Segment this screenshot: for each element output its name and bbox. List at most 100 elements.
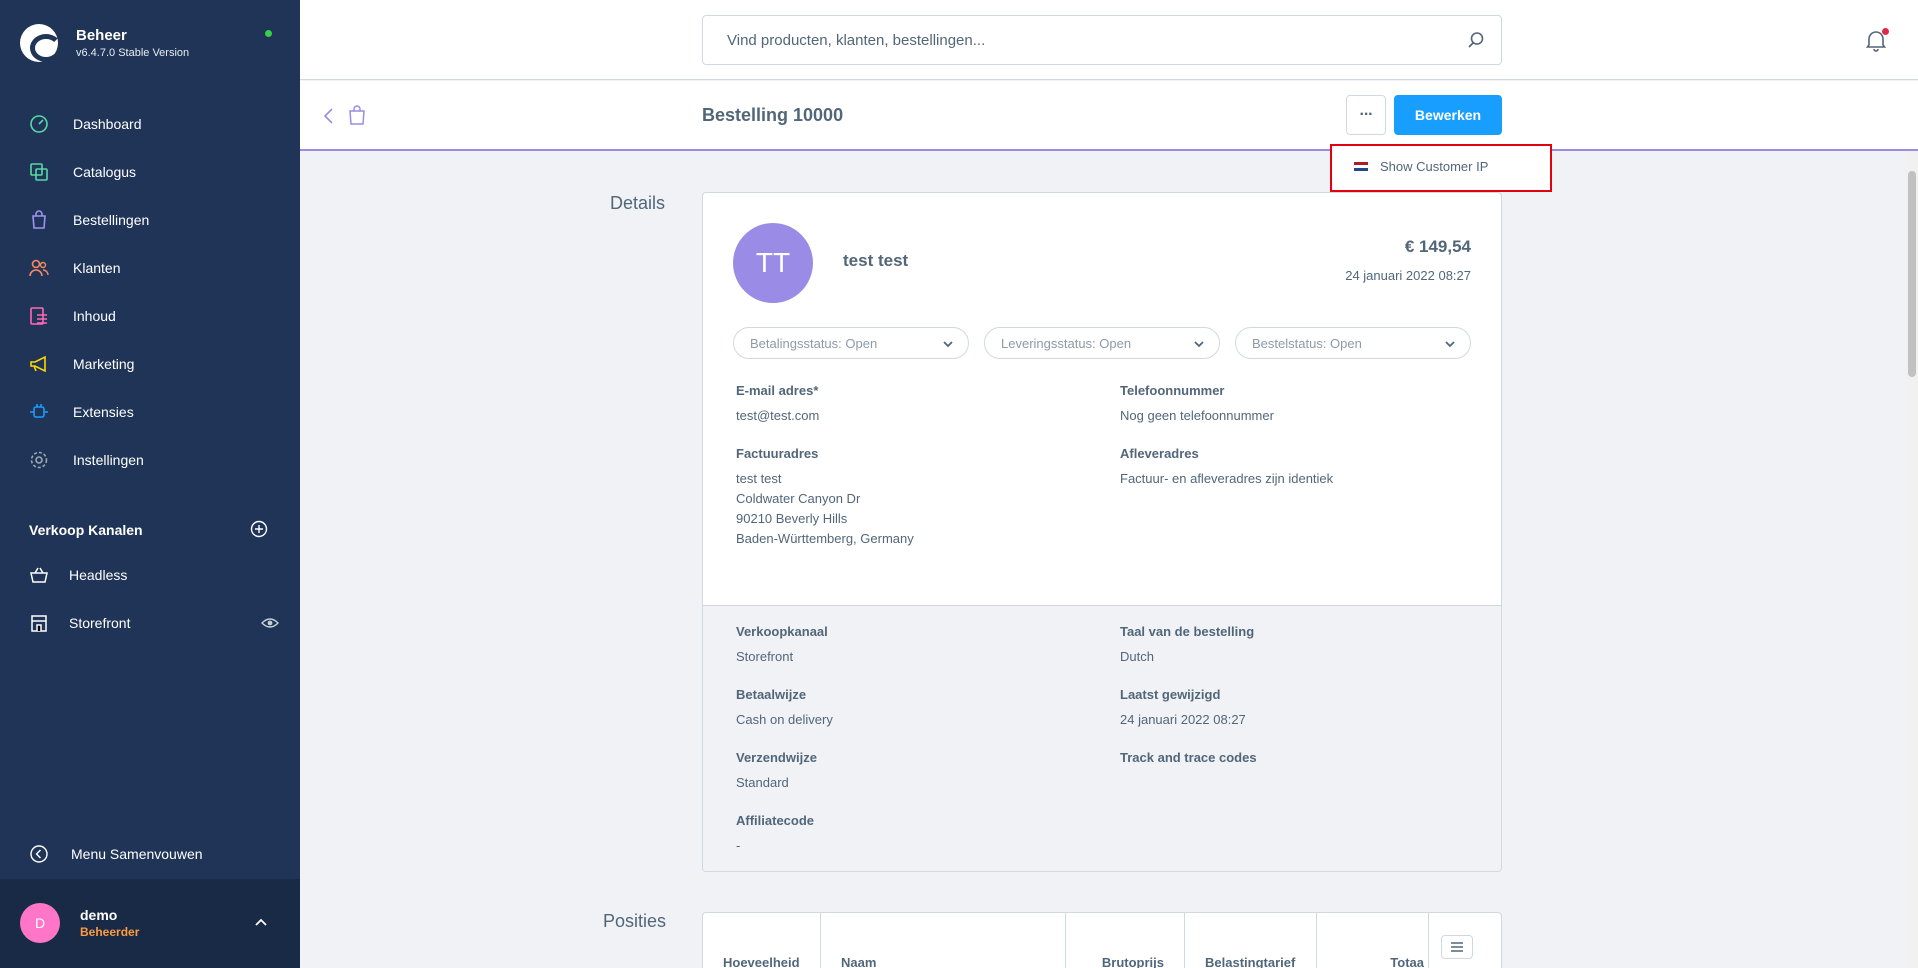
field-label: Betaalwijze (736, 687, 807, 702)
user-avatar: D (20, 903, 60, 943)
nav-item-catalog[interactable]: Catalogus (0, 148, 300, 196)
search-icon[interactable] (1467, 31, 1485, 49)
column-label: Naam (841, 954, 877, 968)
address-line: 90210 Beverly Hills (736, 511, 848, 526)
main-nav: Dashboard Catalogus Bestellingen Klanten… (0, 100, 300, 484)
chevron-circle-left-icon (29, 844, 49, 864)
nav-item-dashboard[interactable]: Dashboard (0, 100, 300, 148)
field-value: - (736, 838, 741, 853)
order-date: 24 januari 2022 08:27 (1345, 268, 1471, 283)
flag-icon (1354, 162, 1368, 171)
eye-icon[interactable] (261, 615, 279, 631)
field-label: Verzendwijze (736, 750, 817, 765)
nav-label: Bestellingen (73, 212, 150, 228)
column-settings-button[interactable] (1441, 935, 1473, 959)
more-actions-button[interactable]: ··· (1346, 95, 1386, 135)
select-value: Leveringsstatus: Open (1001, 335, 1132, 351)
field-label: Laatst gewijzigd (1120, 687, 1221, 702)
storefront-icon (29, 613, 49, 633)
nav-item-settings[interactable]: Instellingen (0, 436, 300, 484)
column-label: Hoeveelheid (723, 954, 800, 968)
nav-item-customers[interactable]: Klanten (0, 244, 300, 292)
topbar (300, 0, 1918, 80)
basket-icon (29, 565, 49, 585)
sidebar: Beheer v6.4.7.0 Stable Version Dashboard… (0, 0, 300, 968)
brand-name: Beheer (76, 27, 127, 44)
sales-channel-headless[interactable]: Headless (29, 563, 279, 587)
affiliate-code-field: Affiliatecode - (736, 813, 814, 856)
chevron-left-icon[interactable] (322, 107, 336, 125)
nav-label: Inhoud (73, 308, 116, 324)
field-label: Taal van de bestelling (1120, 624, 1255, 639)
column-header-name[interactable]: Naam (821, 913, 1066, 968)
order-meta-panel: Verkoopkanaal Storefront Taal van de bes… (703, 605, 1501, 871)
nav-item-orders[interactable]: Bestellingen (0, 196, 300, 244)
tracking-codes-field: Track and trace codes (1120, 750, 1257, 773)
order-status-select[interactable]: Bestelstatus: Open (1235, 327, 1471, 359)
menu-item-label: Show Customer IP (1380, 159, 1489, 174)
field-value: test@test.com (736, 408, 820, 423)
field-value: Dutch (1120, 649, 1154, 664)
sales-channels-title: Verkoop Kanalen (29, 522, 143, 538)
sales-channel-field: Verkoopkanaal Storefront (736, 624, 828, 667)
payment-status-select[interactable]: Betalingsstatus: Open (733, 327, 969, 359)
column-label: Totaa (1390, 954, 1424, 968)
page-scrollbar[interactable] (1906, 151, 1918, 968)
chevron-up-icon[interactable] (254, 915, 268, 929)
phone-field: Telefoonnummer Nog geen telefoonnummer (1120, 383, 1274, 426)
select-value: Bestelstatus: Open (1252, 335, 1362, 351)
column-header-gross-price[interactable]: Brutoprijs (1066, 913, 1185, 968)
chevron-down-icon (943, 341, 953, 348)
nav-item-content[interactable]: Inhoud (0, 292, 300, 340)
order-total: € 149,54 (1404, 237, 1471, 256)
address-line: Coldwater Canyon Dr (736, 491, 861, 506)
nav-label: Dashboard (73, 116, 142, 132)
content-icon (29, 306, 49, 326)
field-label: Verkoopkanaal (736, 624, 828, 639)
field-label: Telefoonnummer (1120, 383, 1225, 398)
online-status-dot (265, 30, 272, 37)
collapse-menu-button[interactable]: Menu Samenvouwen (29, 844, 203, 864)
show-customer-ip-menu-item[interactable]: Show Customer IP (1354, 159, 1488, 174)
context-menu: Show Customer IP (1330, 144, 1552, 192)
payment-method-field: Betaalwijze Cash on delivery (736, 687, 833, 730)
nav-item-extensions[interactable]: Extensies (0, 388, 300, 436)
sales-channel-storefront[interactable]: Storefront (29, 611, 279, 635)
page-title: Bestelling 10000 (702, 105, 844, 125)
address-line: Baden-Württemberg, Germany (736, 531, 914, 546)
bag-icon (349, 105, 365, 125)
nav-label: Klanten (73, 260, 121, 276)
shipping-method-field: Verzendwijze Standard (736, 750, 817, 793)
user-name: demo (80, 907, 118, 923)
positions-section-label: Posities (603, 911, 667, 931)
delivery-status-select[interactable]: Leveringsstatus: Open (984, 327, 1220, 359)
customers-icon (29, 258, 49, 278)
email-field: E-mail adres* test@test.com (736, 383, 819, 426)
column-header-quantity[interactable]: Hoeveelheid (703, 913, 821, 968)
field-value: Standard (736, 775, 789, 790)
collapse-label: Menu Samenvouwen (71, 846, 203, 862)
search-input[interactable] (727, 16, 1427, 64)
field-value: Cash on delivery (736, 712, 833, 727)
scrollbar-thumb[interactable] (1908, 171, 1916, 377)
customer-name: test test (843, 251, 909, 270)
nav-item-marketing[interactable]: Marketing (0, 340, 300, 388)
positions-table: Hoeveelheid Naam Brutoprijs Belastingtar… (702, 912, 1502, 968)
field-label: Track and trace codes (1120, 750, 1257, 765)
add-sales-channel-icon[interactable] (250, 520, 268, 538)
edit-button[interactable]: Bewerken (1394, 95, 1502, 135)
column-header-total[interactable]: Totaa (1317, 913, 1429, 968)
column-header-tax-rate[interactable]: Belastingtarief (1185, 913, 1317, 968)
field-label: E-mail adres* (736, 383, 819, 398)
order-details-card: TT test test € 149,54 24 januari 2022 08… (702, 192, 1502, 872)
nav-label: Marketing (73, 356, 135, 372)
user-bar[interactable]: D demo Beheerder (0, 879, 300, 968)
nav-label: Extensies (73, 404, 134, 420)
column-label: Belastingtarief (1205, 954, 1296, 968)
megaphone-icon (29, 354, 49, 374)
customer-avatar: TT (733, 223, 813, 303)
billing-address-field: Factuuradres test test Coldwater Canyon … (736, 446, 914, 549)
notification-badge (1882, 28, 1889, 35)
chevron-down-icon (1445, 341, 1455, 348)
brand: Beheer v6.4.7.0 Stable Version (20, 24, 189, 62)
